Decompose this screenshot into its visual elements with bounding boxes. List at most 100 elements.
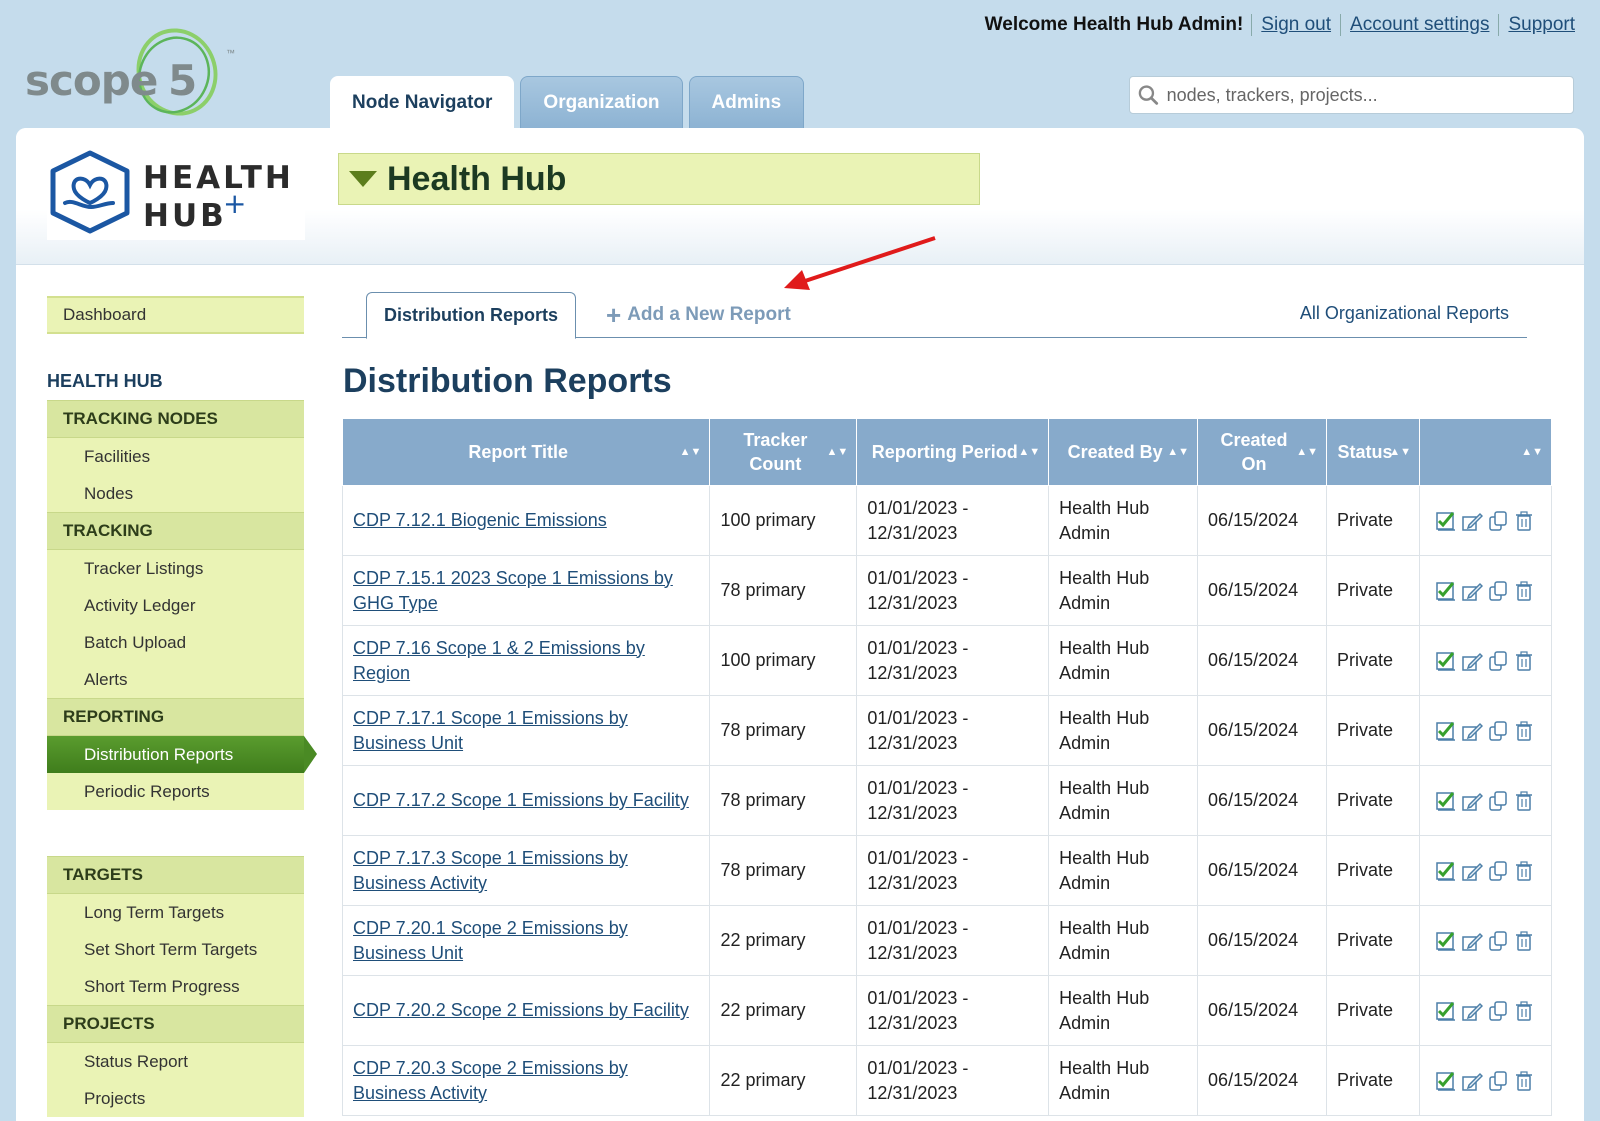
checkmark-icon[interactable] <box>1435 860 1457 882</box>
sidebar-item-distribution-reports[interactable]: Distribution Reports <box>47 736 317 773</box>
sidebar-item-dashboard[interactable]: Dashboard <box>47 296 304 334</box>
copy-icon[interactable] <box>1487 860 1509 882</box>
sidebar-item-periodic-reports[interactable]: Periodic Reports <box>47 773 304 810</box>
tab-node-navigator[interactable]: Node Navigator <box>330 76 515 130</box>
report-title-link[interactable]: CDP 7.15.1 2023 Scope 1 Emissions by GHG… <box>353 568 673 613</box>
copy-icon[interactable] <box>1487 720 1509 742</box>
trash-icon[interactable] <box>1513 790 1535 812</box>
trash-icon[interactable] <box>1513 580 1535 602</box>
tab-organization[interactable]: Organization <box>520 76 683 128</box>
report-title-link[interactable]: CDP 7.17.3 Scope 1 Emissions by Business… <box>353 848 628 893</box>
add-new-report-button[interactable]: + Add a New Report <box>606 302 791 328</box>
checkmark-icon[interactable] <box>1435 930 1457 952</box>
trash-icon[interactable] <box>1513 860 1535 882</box>
sort-icon[interactable]: ▲▼ <box>1521 447 1543 458</box>
search-input[interactable] <box>1166 84 1573 106</box>
edit-icon[interactable] <box>1461 930 1484 952</box>
cell-status: Private <box>1326 975 1420 1046</box>
org-title-bar[interactable]: Health Hub <box>338 153 980 205</box>
edit-icon[interactable] <box>1461 1000 1484 1022</box>
sort-icon[interactable]: ▲▼ <box>1296 447 1318 458</box>
tab-distribution-reports[interactable]: Distribution Reports <box>366 292 576 339</box>
edit-icon[interactable] <box>1461 720 1484 742</box>
checkmark-icon[interactable] <box>1435 1000 1457 1022</box>
trash-icon[interactable] <box>1513 1070 1535 1092</box>
report-title-link[interactable]: CDP 7.20.2 Scope 2 Emissions by Facility <box>353 1000 689 1020</box>
sort-icon[interactable]: ▲▼ <box>827 447 849 458</box>
sort-icon[interactable]: ▲▼ <box>1389 447 1411 458</box>
sidebar-item-nodes[interactable]: Nodes <box>47 475 304 512</box>
sidebar-item-alerts[interactable]: Alerts <box>47 661 304 698</box>
copy-icon[interactable] <box>1487 790 1509 812</box>
copy-icon[interactable] <box>1487 580 1509 602</box>
checkmark-icon[interactable] <box>1435 1070 1457 1092</box>
copy-icon[interactable] <box>1487 510 1509 532</box>
header-tracker-count[interactable]: Tracker Count ▲▼ <box>709 418 858 486</box>
header-created-by[interactable]: Created By ▲▼ <box>1048 418 1199 486</box>
checkmark-icon[interactable] <box>1435 790 1457 812</box>
search-icon[interactable] <box>1138 84 1159 106</box>
header-report-title[interactable]: Report Title ▲▼ <box>341 418 711 486</box>
cell-tracker-count: 78 primary <box>709 555 858 626</box>
edit-icon[interactable] <box>1461 650 1484 672</box>
sort-icon[interactable]: ▲▼ <box>680 447 702 458</box>
report-title-link[interactable]: CDP 7.16 Scope 1 & 2 Emissions by Region <box>353 638 645 683</box>
account-settings-link[interactable]: Account settings <box>1340 14 1498 36</box>
trash-icon[interactable] <box>1513 1000 1535 1022</box>
header-reporting-period[interactable]: Reporting Period ▲▼ <box>856 418 1050 486</box>
support-link[interactable]: Support <box>1498 14 1575 36</box>
cell-tracker-count: 100 primary <box>709 485 858 556</box>
report-title-link[interactable]: CDP 7.12.1 Biogenic Emissions <box>353 510 607 530</box>
sidebar-item-batch-upload[interactable]: Batch Upload <box>47 624 304 661</box>
edit-icon[interactable] <box>1461 790 1484 812</box>
sidebar-item-short-term-progress[interactable]: Short Term Progress <box>47 968 304 1005</box>
checkmark-icon[interactable] <box>1435 510 1457 532</box>
trash-icon[interactable] <box>1513 650 1535 672</box>
scope5-logo[interactable]: scope 5 ™ <box>22 20 242 120</box>
sidebar-item-status-report[interactable]: Status Report <box>47 1043 304 1080</box>
checkmark-icon[interactable] <box>1435 580 1457 602</box>
sidebar-item-projects[interactable]: Projects <box>47 1080 304 1117</box>
copy-icon[interactable] <box>1487 650 1509 672</box>
sidebar-item-tracker-listings[interactable]: Tracker Listings <box>47 550 304 587</box>
header-status[interactable]: Status ▲▼ <box>1326 418 1420 486</box>
edit-icon[interactable] <box>1461 580 1484 602</box>
report-title-link[interactable]: CDP 7.17.2 Scope 1 Emissions by Facility <box>353 790 689 810</box>
edit-icon[interactable] <box>1461 510 1484 532</box>
copy-icon[interactable] <box>1487 1000 1509 1022</box>
edit-icon[interactable] <box>1461 860 1484 882</box>
trash-icon[interactable] <box>1513 720 1535 742</box>
sort-icon[interactable]: ▲▼ <box>1167 447 1189 458</box>
cell-actions <box>1418 975 1553 1046</box>
cell-status: Private <box>1326 555 1420 626</box>
header-created-on[interactable]: Created On ▲▼ <box>1197 418 1327 486</box>
cell-report-title: CDP 7.17.2 Scope 1 Emissions by Facility <box>341 765 711 836</box>
tab-admins[interactable]: Admins <box>688 76 805 128</box>
cell-created-by: Health Hub Admin <box>1048 695 1199 766</box>
trash-icon[interactable] <box>1513 510 1535 532</box>
report-title-link[interactable]: CDP 7.20.3 Scope 2 Emissions by Business… <box>353 1058 628 1103</box>
checkmark-icon[interactable] <box>1435 720 1457 742</box>
copy-icon[interactable] <box>1487 1070 1509 1092</box>
copy-icon[interactable] <box>1487 930 1509 952</box>
sidebar-item-facilities[interactable]: Facilities <box>47 438 304 475</box>
table-row: CDP 7.17.3 Scope 1 Emissions by Business… <box>341 835 1553 906</box>
all-organizational-reports-link[interactable]: All Organizational Reports <box>1300 303 1509 324</box>
sidebar-item-activity-ledger[interactable]: Activity Ledger <box>47 587 304 624</box>
sort-icon[interactable]: ▲▼ <box>1018 447 1040 458</box>
report-title-link[interactable]: CDP 7.17.1 Scope 1 Emissions by Business… <box>353 708 628 753</box>
sidebar-spacer <box>47 810 304 856</box>
main-tabs: Node Navigator Organization Admins <box>330 76 805 130</box>
checkmark-icon[interactable] <box>1435 650 1457 672</box>
triangle-down-icon[interactable] <box>349 171 377 187</box>
cell-report-title: CDP 7.20.3 Scope 2 Emissions by Business… <box>341 1045 711 1116</box>
trash-icon[interactable] <box>1513 930 1535 952</box>
report-title-link[interactable]: CDP 7.20.1 Scope 2 Emissions by Business… <box>353 918 628 963</box>
page-title: Distribution Reports <box>343 362 672 400</box>
sidebar-item-set-short-term-targets[interactable]: Set Short Term Targets <box>47 931 304 968</box>
edit-icon[interactable] <box>1461 1070 1484 1092</box>
header-label: Tracker Count <box>743 430 808 474</box>
sidebar-item-long-term-targets[interactable]: Long Term Targets <box>47 894 304 931</box>
sign-out-link[interactable]: Sign out <box>1251 14 1340 36</box>
header-actions[interactable]: ▲▼ <box>1418 418 1553 486</box>
